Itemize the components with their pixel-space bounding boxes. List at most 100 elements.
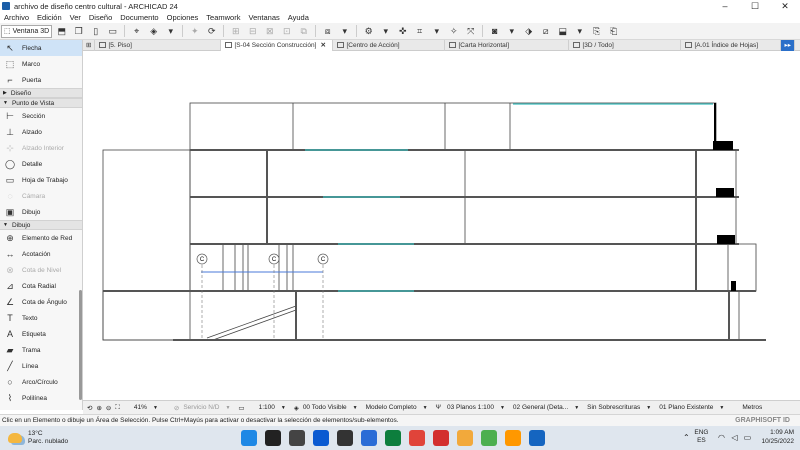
- weather-widget[interactable]: 13°C Parc. nublado: [8, 430, 68, 446]
- tool-grid-element[interactable]: ⊕ Elemento de Red: [0, 230, 82, 246]
- graphisoft-id-logo[interactable]: GRAPHISOFT ID: [735, 417, 790, 424]
- close-tab-icon[interactable]: ✕: [320, 41, 325, 49]
- tool-elevation[interactable]: ⊥ Alzado: [0, 124, 82, 140]
- taskbar-app-icon[interactable]: [505, 430, 521, 446]
- markup-icon[interactable]: ⎘: [590, 25, 603, 38]
- menu-ver[interactable]: Ver: [66, 13, 85, 22]
- explode-icon[interactable]: ⊠: [263, 25, 276, 38]
- group-viewpoint[interactable]: ▼ Punto de Vista: [0, 98, 82, 108]
- tab-3d-todo[interactable]: [3D / Todo]: [569, 39, 682, 51]
- tool-level-dimension[interactable]: ⊗ Cota de Nivel: [0, 262, 82, 278]
- archicad-icon[interactable]: [529, 430, 545, 446]
- overrides-field[interactable]: Sin Sobrescrituras ▼: [587, 404, 651, 411]
- tool-angle-dimension[interactable]: ∠ Cota de Ángulo: [0, 294, 82, 310]
- tab-overflow-button[interactable]: ▸▸: [781, 39, 795, 51]
- pointer-icon[interactable]: ⌖: [130, 25, 143, 38]
- group-design[interactable]: ▶ Diseño: [0, 88, 82, 98]
- menu-edicion[interactable]: Edición: [33, 13, 66, 22]
- tool-marquee[interactable]: ⬚ Marco: [0, 56, 82, 72]
- dropdown-icon[interactable]: ▾: [573, 25, 586, 38]
- tool-worksheet[interactable]: ▭ Hoja de Trabajo: [0, 172, 82, 188]
- tab-carta-horizontal[interactable]: [Carta Horizontal]: [445, 39, 570, 51]
- tool-text[interactable]: T Texto: [0, 310, 82, 326]
- paste-icon[interactable]: ▯: [89, 25, 102, 38]
- edge-icon[interactable]: [361, 430, 377, 446]
- view-3d-button[interactable]: ⬚ Ventana 3D: [1, 24, 53, 38]
- service-field[interactable]: ⊘ Servicio N/D ▼: [174, 404, 231, 412]
- fit-icon[interactable]: ⛶: [115, 404, 120, 412]
- group-icon[interactable]: ⧉: [297, 25, 310, 38]
- start-button[interactable]: [241, 430, 257, 446]
- tool-door[interactable]: ⌐ Puerta: [0, 72, 82, 88]
- mvo-field[interactable]: 02 General (Deta... ▼: [513, 404, 579, 411]
- tab-indice-hojas[interactable]: [A.01 Índice de Hojas]: [681, 39, 782, 51]
- pens-field[interactable]: Ψ 03 Planos 1:100 ▼: [436, 404, 505, 411]
- chevron-up-icon[interactable]: ⌃: [681, 433, 691, 442]
- zoom-field[interactable]: 41% ▼: [134, 404, 158, 411]
- walk-icon[interactable]: ✦: [188, 25, 201, 38]
- dropdown-icon[interactable]: ▾: [379, 25, 392, 38]
- trace-icon[interactable]: ⊟: [246, 25, 259, 38]
- teamwork-icon[interactable]: ⎗: [607, 25, 620, 38]
- wifi-icon[interactable]: ◠: [716, 433, 726, 442]
- snap-icon[interactable]: ✜: [396, 25, 409, 38]
- tool-line[interactable]: ╱ Línea: [0, 358, 82, 374]
- clock[interactable]: 1:09 AM 10/25/2022: [761, 428, 794, 446]
- section-drawing-canvas[interactable]: C C C: [83, 51, 800, 400]
- tool-drawing[interactable]: ▣ Dibujo: [0, 204, 82, 220]
- toolbox-scrollbar[interactable]: [79, 290, 82, 400]
- tool-label[interactable]: A Etiqueta: [0, 326, 82, 342]
- box-3d-icon[interactable]: ⬒: [55, 25, 68, 38]
- menu-teamwork[interactable]: Teamwork: [202, 13, 244, 22]
- tab-layout-icon[interactable]: ⊞: [83, 39, 96, 51]
- tool-section[interactable]: ⊢ Sección: [0, 108, 82, 124]
- grid-icon[interactable]: ⊞: [229, 25, 242, 38]
- excel-icon[interactable]: [385, 430, 401, 446]
- tool-interior-elevation[interactable]: ⊹ Alzado Interior: [0, 140, 82, 156]
- language-indicator[interactable]: ENG ES: [694, 429, 708, 445]
- tab-centro-accion[interactable]: [Centro de Acción]: [333, 39, 446, 51]
- menu-ayuda[interactable]: Ayuda: [284, 13, 313, 22]
- menu-opciones[interactable]: Opciones: [163, 13, 203, 22]
- tool-radial-dimension[interactable]: ⊿ Cota Radial: [0, 278, 82, 294]
- search-icon[interactable]: [265, 430, 281, 446]
- cut-plane-icon[interactable]: ⧄: [539, 25, 552, 38]
- dropdown-icon[interactable]: ▾: [338, 25, 351, 38]
- task-view-icon[interactable]: [289, 430, 305, 446]
- tool-arc[interactable]: ○ Arco/Círculo: [0, 374, 82, 390]
- dropdown-icon[interactable]: ▾: [164, 25, 177, 38]
- zoom-in-icon[interactable]: ⊕: [96, 404, 101, 412]
- publish-icon[interactable]: ⬓: [556, 25, 569, 38]
- gravity-icon[interactable]: ⚙: [362, 25, 375, 38]
- render-icon[interactable]: ⬗: [522, 25, 535, 38]
- volume-icon[interactable]: ◁: [729, 433, 739, 442]
- tool-detail[interactable]: ◯ Detalle: [0, 156, 82, 172]
- minimize-button[interactable]: –: [710, 0, 740, 12]
- tool-arrow[interactable]: ↖ Flecha: [0, 40, 82, 56]
- layers-field[interactable]: ◈ 00 Todo Visible ▼: [294, 404, 358, 412]
- align-icon[interactable]: ⊡: [280, 25, 293, 38]
- copy-icon[interactable]: ❐: [72, 25, 85, 38]
- menu-ventanas[interactable]: Ventanas: [244, 13, 283, 22]
- selection-icon[interactable]: ⧈: [321, 25, 334, 38]
- units-field[interactable]: Metros: [742, 404, 762, 411]
- magic-wand-icon[interactable]: ✧: [447, 25, 460, 38]
- taskbar-app-icon[interactable]: [433, 430, 449, 446]
- dropdown-icon[interactable]: ▾: [430, 25, 443, 38]
- tool-fill[interactable]: ▰ Trama: [0, 342, 82, 358]
- taskbar-app-icon[interactable]: [481, 430, 497, 446]
- scale-field[interactable]: ▭ 1:100 ▼: [238, 404, 285, 412]
- zoom-out-icon[interactable]: ⊖: [106, 404, 111, 412]
- menu-archivo[interactable]: Archivo: [0, 13, 33, 22]
- layers-icon[interactable]: ◈: [147, 25, 160, 38]
- taskbar-app-icon[interactable]: [313, 430, 329, 446]
- tool-polyline[interactable]: ⌇ Polilínea: [0, 390, 82, 406]
- orbit-icon[interactable]: ⟳: [205, 25, 218, 38]
- close-button[interactable]: ✕: [770, 0, 800, 12]
- maximize-button[interactable]: ☐: [740, 0, 770, 12]
- model-field[interactable]: Modelo Completo ▼: [366, 404, 428, 411]
- menu-documento[interactable]: Documento: [116, 13, 162, 22]
- tab-5-piso[interactable]: [5. Piso]: [95, 39, 222, 51]
- guide-icon[interactable]: ⌗: [413, 25, 426, 38]
- transform-icon[interactable]: ⤧: [464, 25, 477, 38]
